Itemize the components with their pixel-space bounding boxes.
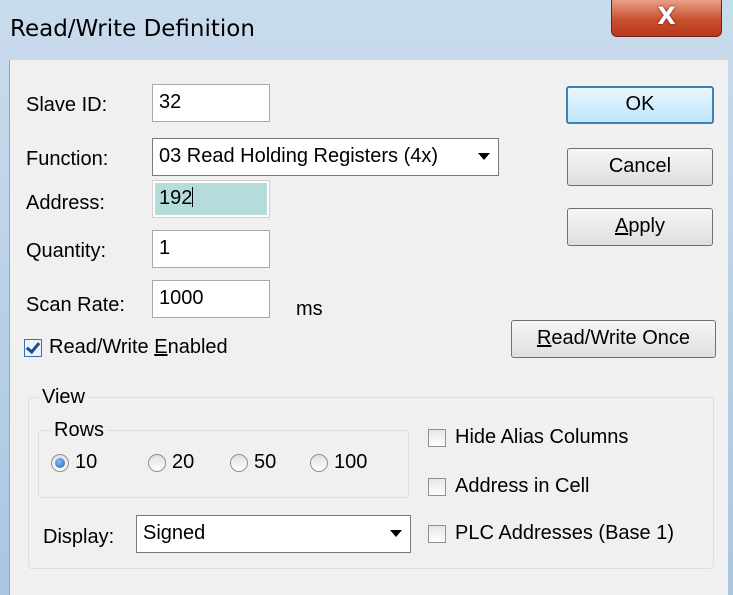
dropdown-arrow-icon [478,153,490,160]
address-in-cell-checkbox[interactable]: Address in Cell [428,475,708,501]
checkbox-unchecked-icon [428,478,446,496]
checkbox-unchecked-icon [428,429,446,447]
dialog-window: Read/Write Definition X Slave ID: 32 Fun… [0,0,733,595]
rows-option-label: 20 [172,451,195,473]
display-select-value: Signed [143,522,206,544]
window-title: Read/Write Definition [10,16,255,42]
rows-option-10[interactable]: 10 [51,451,119,477]
address-input[interactable]: 192 [152,180,270,218]
function-select[interactable]: 03 Read Holding Registers (4x) [152,138,499,176]
plc-addresses-checkbox[interactable]: PLC Addresses (Base 1) [428,522,710,548]
title-bar[interactable]: Read/Write Definition X [0,0,733,60]
radio-unselected-icon [148,454,166,472]
rows-option-label: 10 [75,451,98,473]
quantity-input[interactable]: 1 [152,230,270,268]
scan-rate-label: Scan Rate: [26,294,125,316]
rows-option-label: 50 [254,451,277,473]
radio-unselected-icon [230,454,248,472]
function-label: Function: [26,148,109,170]
quantity-label: Quantity: [26,240,107,262]
apply-button[interactable]: Apply [567,208,713,246]
read-write-once-button[interactable]: Read/Write Once [511,320,716,358]
cancel-button[interactable]: Cancel [567,148,713,186]
rows-option-20[interactable]: 20 [148,451,216,477]
close-icon: X [657,2,676,30]
close-button[interactable]: X [611,0,722,37]
dialog-client-area: Slave ID: 32 Function: 03 Read Holding R… [9,60,728,595]
hide-alias-columns-checkbox[interactable]: Hide Alias Columns [428,426,708,452]
hide-alias-columns-label: Hide Alias Columns [455,426,629,448]
scan-rate-unit: ms [296,298,323,320]
text-caret [192,187,194,207]
address-in-cell-label: Address in Cell [455,475,590,497]
checkbox-checked-icon [24,339,42,357]
radio-unselected-icon [310,454,328,472]
rows-option-100[interactable]: 100 [310,451,390,477]
radio-selected-icon [51,454,69,472]
view-group: View Rows 10 20 50 100 Display: Signed H… [28,386,714,569]
rw-enabled-checkbox[interactable]: Read/Write Enabled [24,336,284,364]
display-select[interactable]: Signed [136,515,411,553]
rows-option-label: 100 [334,451,368,473]
checkbox-unchecked-icon [428,525,446,543]
plc-addresses-label: PLC Addresses (Base 1) [455,522,674,544]
rows-group: Rows 10 20 50 100 [38,419,409,498]
rows-option-50[interactable]: 50 [230,451,298,477]
address-input-value: 192 [159,187,193,209]
slave-id-label: Slave ID: [26,94,108,116]
address-label: Address: [26,192,105,214]
function-select-value: 03 Read Holding Registers (4x) [159,145,439,167]
ok-button[interactable]: OK [566,86,714,124]
rw-enabled-label: Read/Write Enabled [49,336,228,358]
scan-rate-input[interactable]: 1000 [152,280,270,318]
display-label: Display: [43,526,115,548]
slave-id-input[interactable]: 32 [152,84,270,122]
view-group-legend: View [39,386,88,409]
dropdown-arrow-icon [390,530,402,537]
rows-group-legend: Rows [51,419,108,442]
